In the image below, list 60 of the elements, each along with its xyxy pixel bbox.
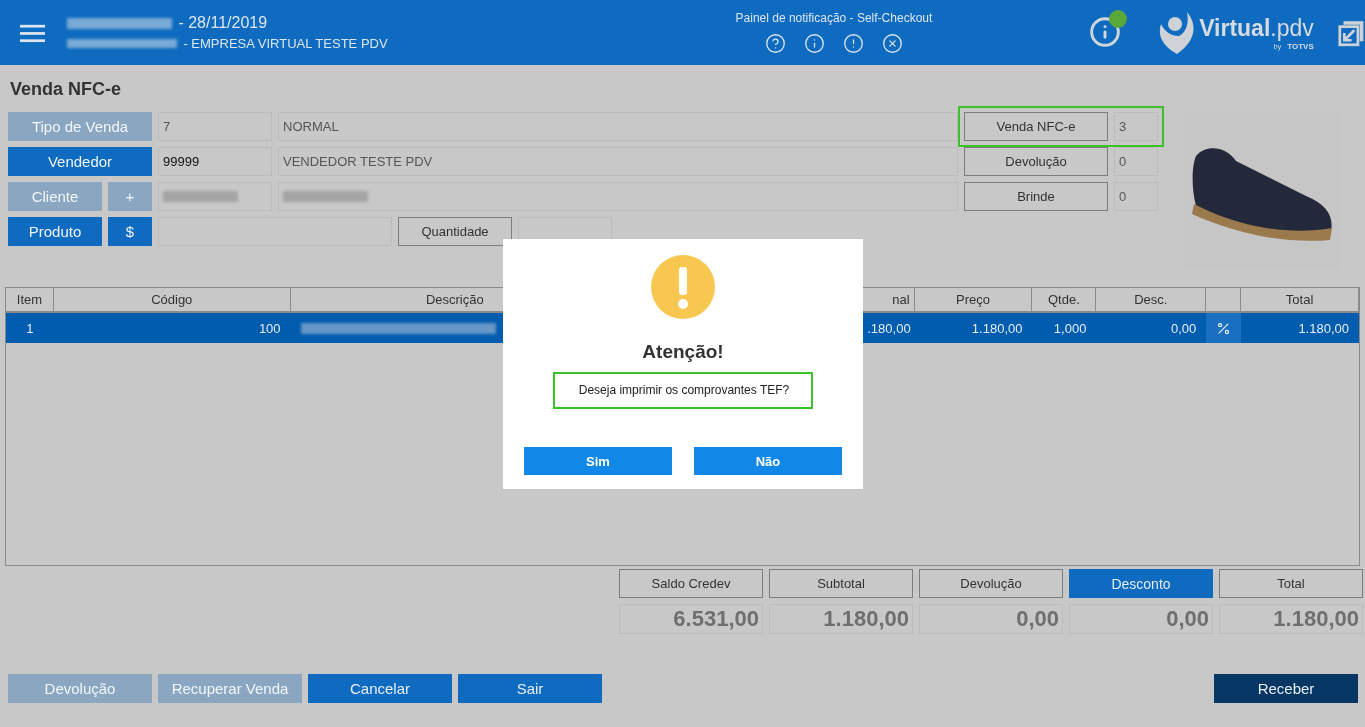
- date-text: - 28/11/2019: [178, 14, 268, 32]
- dialog-title: Atenção!: [642, 341, 724, 363]
- form-button[interactable]: Vendedor: [8, 147, 152, 176]
- dialog-message: Deseja imprimir os comprovantes TEF?: [552, 372, 814, 409]
- description-field: NORMAL: [278, 112, 958, 141]
- table-cell-text: 0,00: [1169, 319, 1198, 338]
- code-field[interactable]: 99999: [158, 147, 272, 176]
- menu-icon[interactable]: [20, 22, 46, 43]
- dialog-button[interactable]: Sim: [524, 447, 672, 475]
- counter-field: 3: [1114, 112, 1158, 141]
- column-header: Preço: [914, 288, 1033, 311]
- percent-icon: [1216, 320, 1232, 336]
- table-cell-text: .180,00: [866, 319, 912, 338]
- footer-button[interactable]: Cancelar: [308, 674, 452, 703]
- counter-button[interactable]: Brinde: [964, 182, 1108, 211]
- total-value: 0,00: [919, 604, 1063, 634]
- total-value: 1.180,00: [769, 604, 913, 634]
- total-value: 0,00: [1069, 604, 1213, 634]
- discount-button[interactable]: [1206, 313, 1242, 343]
- counter-field: 0: [1114, 147, 1158, 176]
- info-icon[interactable]: [803, 33, 825, 54]
- code-field[interactable]: 7: [158, 112, 272, 141]
- alert-icon[interactable]: [842, 33, 864, 54]
- total-label: Total: [1219, 569, 1363, 598]
- page-title: Venda NFC-e: [9, 78, 123, 101]
- description-field: VENDEDOR TESTE PDV: [278, 147, 958, 176]
- column-header: Total: [1241, 288, 1359, 311]
- counter-button[interactable]: Venda NFC-e: [964, 112, 1108, 141]
- info-icon[interactable]: [1089, 15, 1122, 48]
- column-header: Qtde.: [1032, 288, 1097, 311]
- total-label: Saldo Credev: [619, 569, 763, 598]
- table-cell-text: 1: [25, 319, 35, 338]
- total-value: 1.180,00: [1219, 604, 1363, 634]
- total-label: Subtotal: [769, 569, 913, 598]
- table-cell-text: 1.180,00: [1297, 319, 1350, 338]
- total-value: 6.531,00: [619, 604, 763, 634]
- quantity-button[interactable]: Quantidade: [398, 217, 512, 246]
- table-cell-text: 1,000: [1052, 319, 1088, 338]
- help-icon[interactable]: [764, 33, 786, 54]
- logo-brand: TOTVS: [1287, 41, 1314, 51]
- warning-icon: [651, 255, 715, 319]
- counter-field: 0: [1114, 182, 1158, 211]
- table-cell-text: 1.180,00: [970, 319, 1024, 338]
- column-header: Desc.: [1096, 288, 1207, 311]
- company-text: - EMPRESA VIRTUAL TESTE PDV: [183, 36, 388, 51]
- close-icon[interactable]: [881, 33, 903, 54]
- notification-title: Painel de notificação - Self-Checkout: [735, 11, 933, 25]
- form-button[interactable]: $: [108, 217, 152, 246]
- footer-button[interactable]: Receber: [1214, 674, 1358, 703]
- footer-button[interactable]: Sair: [458, 674, 602, 703]
- code-field[interactable]: [158, 182, 272, 211]
- form-button[interactable]: Produto: [8, 217, 102, 246]
- total-label: Devolução: [919, 569, 1063, 598]
- total-label: Desconto: [1069, 569, 1213, 598]
- column-header: Item: [6, 288, 54, 311]
- column-header: Código: [53, 288, 291, 311]
- logo-wordmark: Virtual.pdv: [1199, 14, 1314, 42]
- dialog-button[interactable]: Não: [694, 447, 842, 475]
- counter-button[interactable]: Devolução: [964, 147, 1108, 176]
- table-cell-text: 100: [257, 319, 282, 338]
